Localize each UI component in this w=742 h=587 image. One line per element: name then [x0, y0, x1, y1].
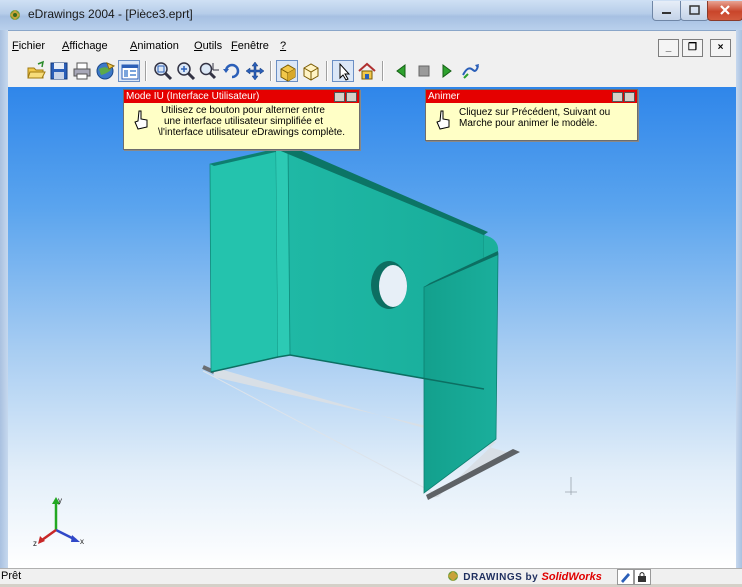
window-left-border	[0, 30, 8, 583]
ui-mode-tooltip-title: Mode IU (Interface Utilisateur)	[126, 91, 260, 102]
next-button[interactable]	[436, 60, 458, 82]
animate-tooltip: Animer Cliquez sur Précédent, Suivant ou…	[425, 89, 638, 141]
shaded-icon	[280, 64, 296, 82]
print-button[interactable]	[71, 60, 93, 82]
send-button[interactable]	[94, 60, 116, 82]
ui-mode-tooltip-line: \l'interface utilisateur eDrawings compl…	[158, 127, 345, 138]
window-minimize-button[interactable]	[652, 1, 682, 21]
save-icon	[50, 62, 68, 80]
zoom-fit-button[interactable]	[152, 60, 174, 82]
stop-button[interactable]	[413, 60, 435, 82]
ui-mode-tooltip-line: une interface utilisateur simplifiée et	[164, 116, 323, 127]
zoom-area-button[interactable]	[198, 60, 220, 82]
rotate-icon	[223, 63, 240, 79]
home-view-button[interactable]	[356, 60, 378, 82]
pan-button[interactable]	[244, 60, 266, 82]
menu-fenetre[interactable]: Fenêtre	[231, 40, 269, 52]
part-model	[202, 145, 577, 500]
previous-button[interactable]	[390, 60, 412, 82]
close-icon	[720, 5, 730, 15]
menu-help[interactable]: ?	[280, 40, 286, 52]
pan-icon	[245, 61, 265, 81]
select-button[interactable]	[332, 60, 354, 82]
lock-icon	[638, 572, 646, 582]
tooltip-minimize-button[interactable]	[612, 92, 623, 102]
axis-triad: y x z	[33, 496, 84, 548]
next-icon	[442, 64, 452, 78]
edrawings-logo-icon	[448, 571, 458, 581]
document-restore-button[interactable]: ❐	[682, 39, 703, 57]
status-text: Prêt	[1, 570, 22, 582]
ui-mode-icon	[121, 64, 139, 80]
open-button[interactable]	[25, 60, 47, 82]
play-continuous-icon	[462, 64, 479, 79]
shaded-button[interactable]	[276, 60, 298, 82]
window-right-border	[736, 30, 742, 583]
pointing-hand-icon	[436, 110, 450, 130]
pointing-hand-icon	[134, 110, 148, 130]
animate-tooltip-line: Cliquez sur Précédent, Suivant ou	[459, 107, 611, 118]
axis-z-label: z	[33, 539, 37, 548]
axis-y-label: y	[58, 496, 62, 505]
main-toolbar	[8, 57, 736, 88]
wireframe-button[interactable]	[300, 60, 322, 82]
zoom-fit-icon	[154, 62, 173, 81]
document-close-button[interactable]: ×	[710, 39, 731, 57]
menu-fichier[interactable]: Fichier	[12, 40, 45, 52]
window-title: eDrawings 2004 - [Pièce3.eprt]	[28, 7, 193, 21]
minimize-icon	[662, 12, 671, 14]
ui-mode-tooltip-line: Utilisez ce bouton pour alterner entre	[161, 105, 325, 116]
menu-animation[interactable]: Animation	[130, 40, 179, 52]
zoom-in-icon	[177, 62, 196, 81]
maximize-icon	[689, 5, 700, 15]
window-close-button[interactable]	[707, 1, 742, 21]
wireframe-icon	[303, 63, 319, 81]
brand-solidworks: SolidWorks	[541, 571, 602, 583]
menu-affichage[interactable]: Affichage	[62, 40, 108, 52]
play-button[interactable]	[459, 60, 481, 82]
zoom-in-button[interactable]	[175, 60, 197, 82]
axis-x-label: x	[80, 537, 84, 546]
brand-text: DRAWINGS by	[463, 572, 542, 583]
application-window: eDrawings 2004 - [Pièce3.eprt] Fichier A…	[0, 0, 742, 585]
toolbar-separator	[145, 61, 147, 81]
ui-mode-button[interactable]	[118, 60, 140, 82]
window-maximize-button[interactable]	[680, 1, 709, 21]
animate-tooltip-title: Animer	[428, 91, 460, 102]
tooltip-minimize-button[interactable]	[334, 92, 345, 102]
rotate-button[interactable]	[221, 60, 243, 82]
save-button[interactable]	[48, 60, 70, 82]
title-bar[interactable]: eDrawings 2004 - [Pièce3.eprt]	[0, 0, 742, 31]
home-view-icon	[358, 62, 376, 80]
previous-icon	[396, 64, 406, 78]
menu-outils[interactable]: Outils	[194, 40, 222, 52]
ui-mode-tooltip: Mode IU (Interface Utilisateur) Utilisez…	[123, 89, 360, 150]
select-arrow-icon	[339, 62, 351, 81]
menu-bar: Fichier Affichage Animation Outils Fenêt…	[8, 38, 736, 57]
3d-viewport[interactable]: y x z	[8, 87, 736, 568]
zoom-area-icon	[199, 62, 219, 80]
toolbar-separator	[270, 61, 272, 81]
send-icon	[96, 62, 116, 80]
stop-icon	[418, 65, 430, 77]
print-icon	[73, 62, 91, 80]
toolbar-separator	[326, 61, 328, 81]
tooltip-close-button[interactable]	[624, 92, 635, 102]
tooltip-close-button[interactable]	[346, 92, 357, 102]
edrawings-app-icon	[10, 10, 20, 20]
edrawings-brand-logo: DRAWINGS by SolidWorks	[446, 570, 602, 583]
open-icon	[27, 60, 46, 79]
animate-tooltip-line: Marche pour animer le modèle.	[459, 118, 598, 129]
pencil-icon	[621, 573, 630, 583]
status-bar: Prêt DRAWINGS by SolidWorks	[0, 568, 742, 585]
document-minimize-button[interactable]: _	[658, 39, 679, 57]
toolbar-separator	[382, 61, 384, 81]
